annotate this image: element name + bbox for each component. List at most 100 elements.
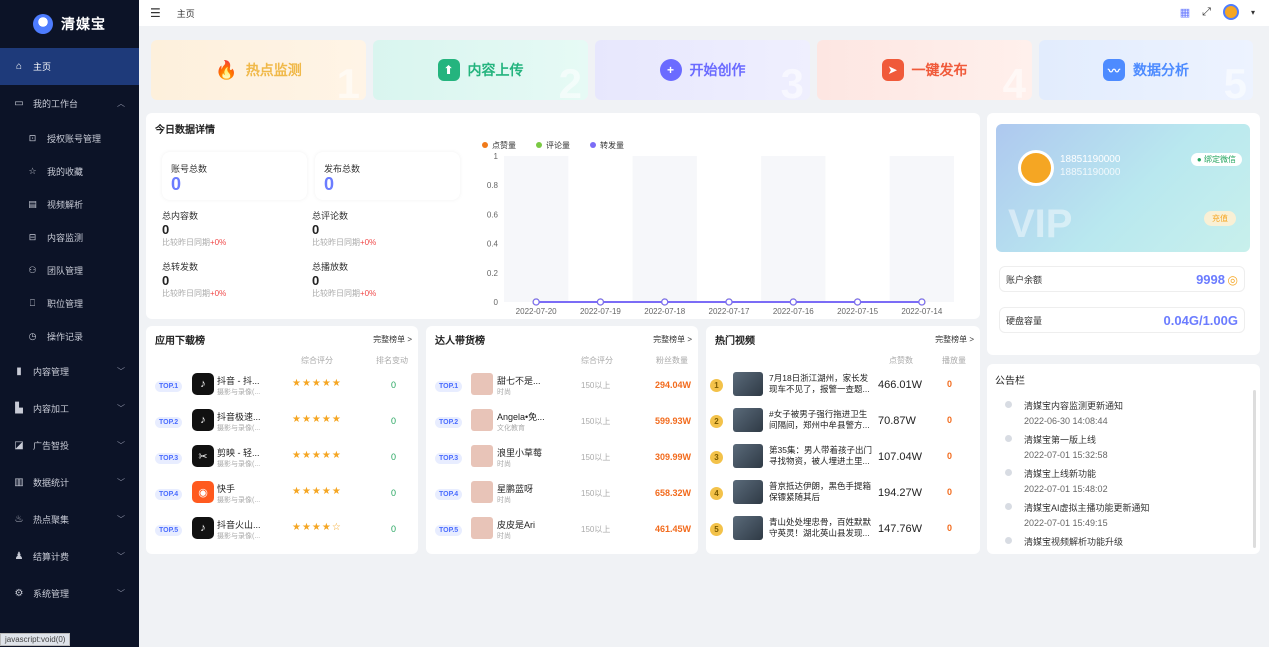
table-row[interactable]: TOP.2 Angela•免... 文化教育 150以上 599.93W [426, 403, 698, 439]
influencer-level: 150以上 [581, 489, 611, 498]
rank-badge: TOP.1 [155, 381, 183, 392]
sidebar-item-home[interactable]: ⌂ 主页 [0, 48, 139, 85]
table-row[interactable]: TOP.4 星鹏蓝呀 时尚 150以上 658.32W [426, 475, 698, 511]
account-icon: ⊡ [28, 133, 37, 143]
notice-scrollbar[interactable] [1253, 390, 1256, 548]
quick-action-hotspot[interactable]: 🔥 热点监测 1 [151, 40, 366, 100]
sidebar-item-workbench[interactable]: ▭ 我的工作台 ︿ [0, 85, 139, 122]
col-score: 综合评分 [301, 356, 333, 365]
table-row[interactable]: TOP.5 皮皮是Ari 时尚 150以上 461.45W [426, 511, 698, 547]
sidebar-item-ads[interactable]: ◪ 广告智投 ﹀ [0, 427, 139, 464]
data-point [532, 298, 540, 306]
today-data-title: 今日数据详情 [155, 125, 215, 136]
data-point [661, 298, 669, 306]
chart-band [761, 156, 826, 302]
avatar[interactable] [1222, 4, 1239, 20]
notice-item[interactable]: 清媒宝第一版上线 [1024, 433, 1096, 446]
video-thumbnail [733, 516, 763, 540]
video-likes: 194.27W [878, 487, 923, 499]
notice-item[interactable]: 清媒宝上线新功能 [1024, 467, 1096, 480]
qrcode-icon[interactable]: ▦ [1180, 6, 1190, 19]
quick-action-analytics[interactable]: 〰 数据分析 5 [1039, 40, 1253, 100]
logo-text: 清媒宝 [61, 16, 106, 32]
chevron-down-icon: ﹀ [117, 589, 125, 598]
app-rank-more-link[interactable]: 完整榜单 > [373, 334, 412, 345]
publish-total-value: 0 [324, 174, 335, 194]
menu-toggle-icon[interactable]: ☰ [150, 6, 161, 20]
sidebar-subitem-positions[interactable]: ⎕ 职位管理 [0, 287, 139, 320]
influencer-fans: 658.32W [654, 488, 691, 498]
legend-label: 点赞量 [492, 140, 516, 150]
table-row[interactable]: 1 7月18日浙江湖州，家长发现车不见了，报警一查题... 466.01W 0 [706, 367, 980, 403]
rating-stars: ★★★★★ [292, 378, 342, 389]
timeline-dot [1005, 401, 1012, 408]
quick-action-label: 热点监测 [245, 62, 302, 78]
col-change: 排名变动 [376, 356, 408, 365]
table-row[interactable]: TOP.5 ♪ 抖音火山... 摄影与录像(... ★★★★☆ 0 [146, 511, 418, 547]
send-icon: ➤ [881, 59, 904, 81]
quick-action-upload[interactable]: ⬆ 内容上传 2 [373, 40, 588, 100]
table-row[interactable]: 4 普京抵达伊朗，黑色手提箱保镖紧随其后 194.27W 0 [706, 475, 980, 511]
notice-time: 2022-07-01 15:49:15 [1024, 518, 1108, 528]
influencer-rank-more-link[interactable]: 完整榜单 > [653, 334, 692, 345]
fullscreen-icon[interactable]: ⤢ [1202, 6, 1211, 19]
table-row[interactable]: 3 第35集：男人带着孩子出门寻找物资，被人埋进土里... 107.04W 0 [706, 439, 980, 475]
metric-compare: 比较昨日同期+0% [312, 237, 376, 248]
sidebar: 清媒宝 ⌂ 主页 ▭ 我的工作台 ︿ ⊡ 授权账号管理 ☆ 我的收藏 ▤ 视频解析 ⊟ 内容监… [0, 0, 139, 647]
sidebar-subitem-label: 内容监测 [47, 233, 84, 243]
influencer-fans: 461.45W [654, 524, 691, 534]
hot-videos-more-link[interactable]: 完整榜单 > [935, 334, 974, 345]
bind-wechat-button[interactable]: ● 绑定微信 [1190, 153, 1242, 166]
sidebar-item-system[interactable]: ⚙ 系统管理 ﹀ [0, 575, 139, 612]
upload-icon: ⬆ [437, 59, 460, 81]
clock-icon: ◷ [28, 331, 37, 341]
sidebar-item-billing[interactable]: ♟ 结算计费 ﹀ [0, 538, 139, 575]
chart-icon: ◪ [14, 440, 24, 451]
influencer-name: 甜七不是... [497, 376, 541, 386]
legend-marker [536, 142, 542, 148]
topbar-actions: ▦ ⤢ ▾ [1180, 4, 1255, 20]
table-row[interactable]: 5 青山处处埋忠骨，百姓默默守英灵！湖北英山县发现... 147.76W 0 [706, 511, 980, 547]
table-row[interactable]: TOP.2 ♪ 抖音极速... 摄影与录像(... ★★★★★ 0 [146, 403, 418, 439]
video-likes: 147.76W [878, 523, 923, 535]
quick-action-create[interactable]: + 开始创作 3 [595, 40, 810, 100]
y-tick-label: 0.6 [487, 210, 499, 219]
sidebar-item-label: 主页 [33, 62, 52, 72]
vip-card: 18851190000 18851190000 ● 绑定微信 VIP 充值 [996, 124, 1250, 252]
quick-action-publish[interactable]: ➤ 一键发布 4 [817, 40, 1032, 100]
notice-time: 2022-07-01 15:48:02 [1024, 484, 1108, 494]
factory-icon: ▙ [15, 403, 23, 414]
user-phone-secondary: 18851190000 [1060, 167, 1121, 178]
table-row[interactable]: TOP.4 ◉ 快手 摄影与录像(... ★★★★★ 0 [146, 475, 418, 511]
sidebar-subitem-logs[interactable]: ◷ 操作记录 [0, 320, 139, 353]
sidebar-item-stats[interactable]: ▥ 数据统计 ﹀ [0, 464, 139, 501]
quick-action-number: 5 [1223, 60, 1247, 100]
table-row[interactable]: TOP.1 甜七不是... 时尚 150以上 294.04W [426, 367, 698, 403]
rank-change: 0 [391, 452, 397, 462]
sidebar-item-hotspots[interactable]: ♨ 热点聚集 ﹀ [0, 501, 139, 538]
table-row[interactable]: TOP.3 ✂ 剪映 - 轻... 摄影与录像(... ★★★★★ 0 [146, 439, 418, 475]
app-name: 抖音极速... [217, 412, 261, 422]
notice-item[interactable]: 清媒宝内容监测更新通知 [1024, 399, 1123, 412]
storage-row: 硬盘容量 0.04G/1.00G [999, 307, 1245, 333]
table-row[interactable]: TOP.3 浪里小草莓 时尚 150以上 309.99W [426, 439, 698, 475]
sidebar-item-content[interactable]: ▮ 内容管理 ﹀ [0, 353, 139, 390]
sidebar-subitem-accounts[interactable]: ⊡ 授权账号管理 [0, 122, 139, 155]
breadcrumb[interactable]: 主页 [177, 7, 195, 20]
sidebar-subitem-video-parse[interactable]: ▤ 视频解析 [0, 188, 139, 221]
table-row[interactable]: TOP.1 ♪ 抖音 - 抖... 摄影与录像(... ★★★★★ 0 [146, 367, 418, 403]
user-phone-primary: 18851190000 [1060, 154, 1121, 165]
col-score: 综合评分 [581, 356, 613, 365]
user-avatar[interactable] [1018, 150, 1054, 186]
notice-item[interactable]: 清媒宝视频解析功能升级 [1024, 535, 1123, 548]
table-row[interactable]: 2 #女子被男子强行拖进卫生间隔间，郑州中牟县警方... 70.87W 0 [706, 403, 980, 439]
sidebar-subitem-team[interactable]: ⚇ 团队管理 [0, 254, 139, 287]
sidebar-item-processing[interactable]: ▙ 内容加工 ﹀ [0, 390, 139, 427]
sidebar-subitem-monitor[interactable]: ⊟ 内容监测 [0, 221, 139, 254]
recharge-button[interactable]: 充值 [1204, 211, 1236, 226]
logo[interactable]: 清媒宝 [0, 0, 139, 48]
caret-down-icon[interactable]: ▾ [1251, 8, 1255, 17]
notice-item[interactable]: 清媒宝AI虚拟主播功能更新通知 [1024, 501, 1150, 514]
influencer-level: 150以上 [581, 525, 611, 534]
sidebar-subitem-favorites[interactable]: ☆ 我的收藏 [0, 155, 139, 188]
